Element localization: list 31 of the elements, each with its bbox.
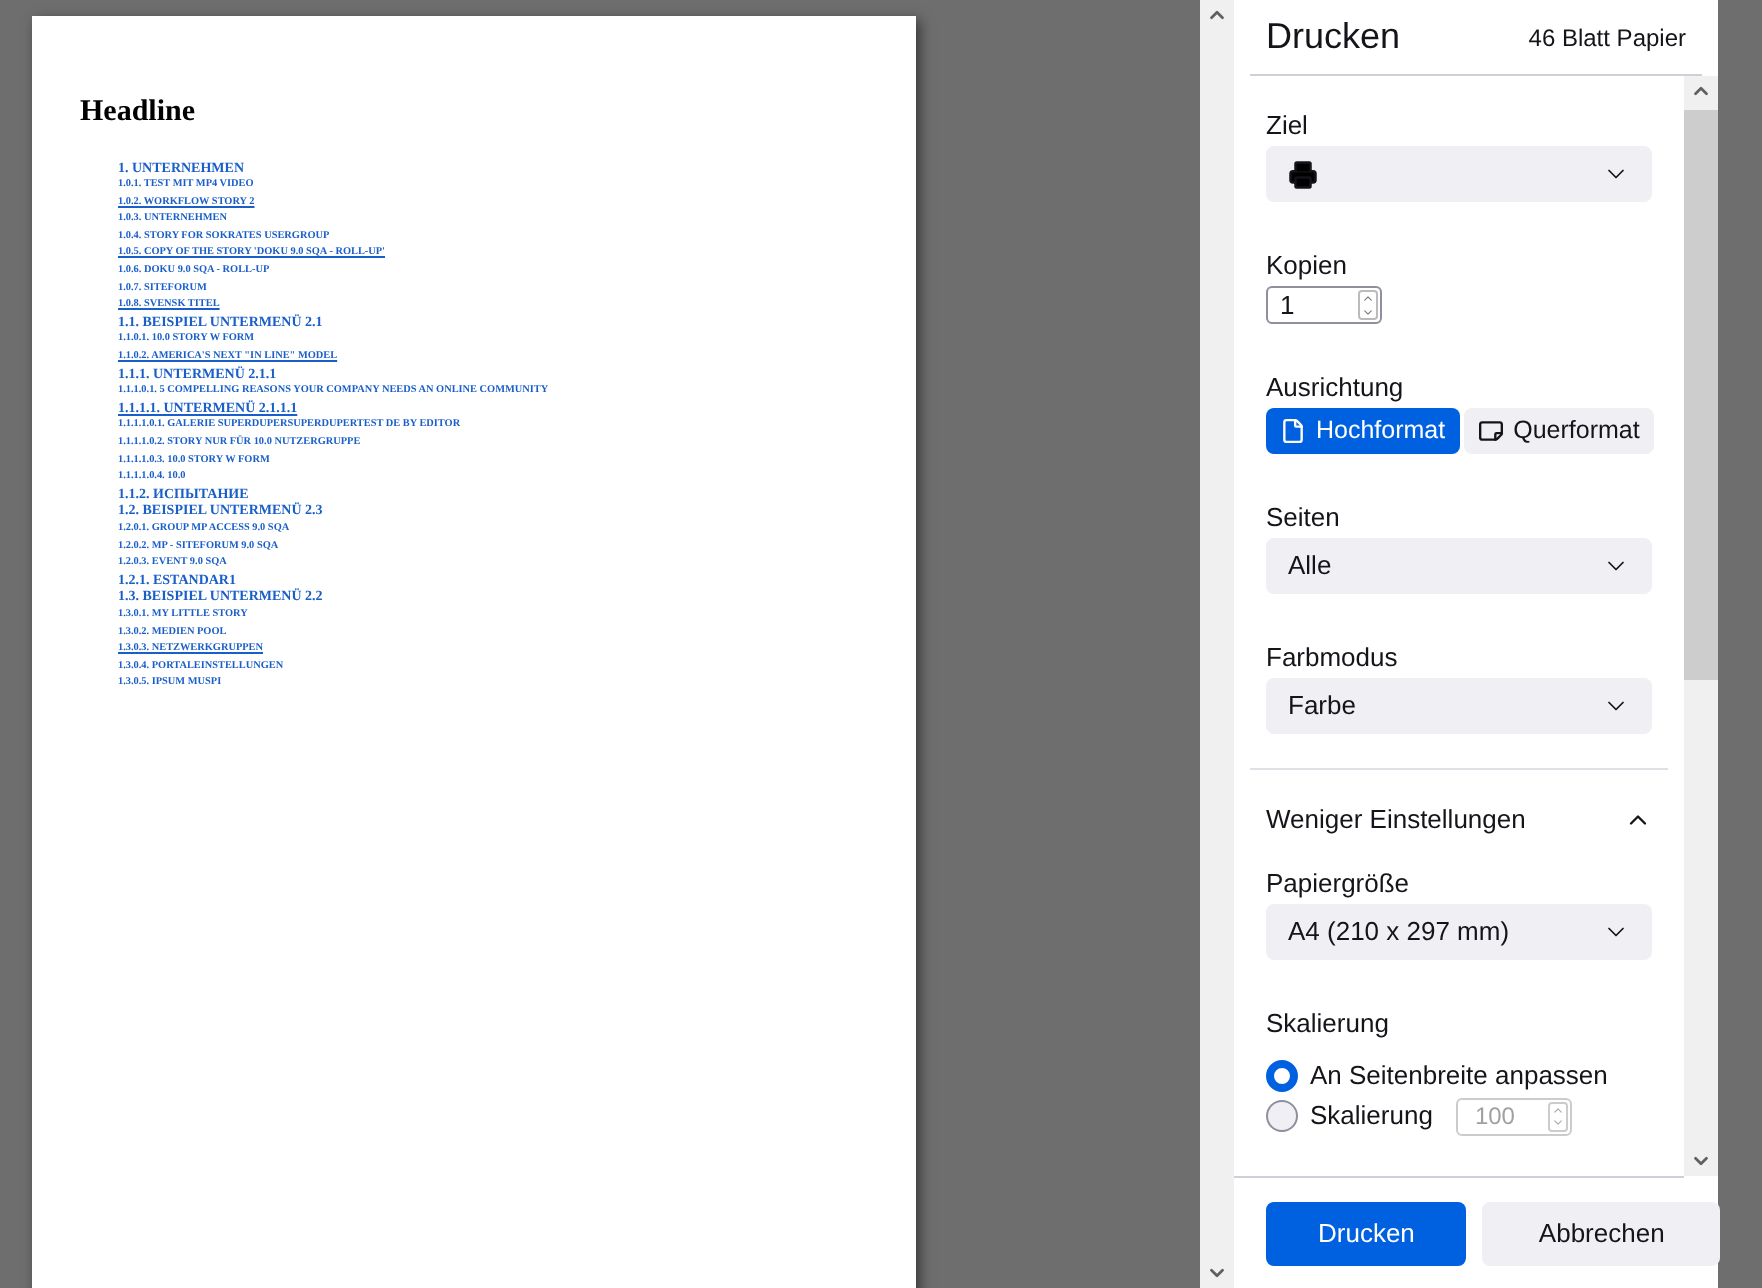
scrollbar[interactable] [1200,0,1234,1288]
settings-toggle[interactable]: Weniger Einstellungen [1266,804,1652,868]
scrollbar[interactable] [1684,76,1718,1176]
radio-label: Skalierung [1310,1098,1433,1135]
field-label: Skalierung [1266,1008,1391,1038]
landscape-page-icon [1477,418,1504,444]
color-mode-select[interactable]: Farbe [1266,678,1652,734]
field-label: Papiergröße [1266,868,1412,898]
print-button[interactable]: Drucken [1266,1201,1467,1265]
radio-button[interactable] [1266,1100,1298,1132]
sheet-count: 46 Blatt Papier [1528,21,1686,55]
page-icon [1280,418,1306,444]
copies-field[interactable]: 1 [1266,286,1382,324]
destination-select[interactable] [1266,146,1652,202]
field-label: Kopien [1266,250,1349,280]
radio-label: An Seitenbreite anpassen [1310,1058,1608,1095]
field-label: Ziel [1266,110,1310,140]
printer-icon [1288,159,1318,189]
spinner-icon [1548,1101,1569,1131]
paper-size-select[interactable]: A4 (210 x 297 mm) [1266,904,1652,960]
headline: Headline [80,94,198,132]
cancel-button[interactable]: Abbrechen [1482,1201,1721,1265]
orientation-toggle[interactable]: Querformat [1463,408,1654,454]
dialog-title: Drucken [1266,14,1401,60]
field-label: Farbmodus [1266,642,1400,672]
field-label: Seiten [1266,502,1342,532]
field-label: Ausrichtung [1266,372,1406,402]
spinner-icon [1358,290,1378,320]
orientation-toggle[interactable]: Hochformat [1266,408,1460,454]
radio-button[interactable] [1266,1060,1298,1092]
pages-select[interactable]: Alle [1266,538,1652,594]
